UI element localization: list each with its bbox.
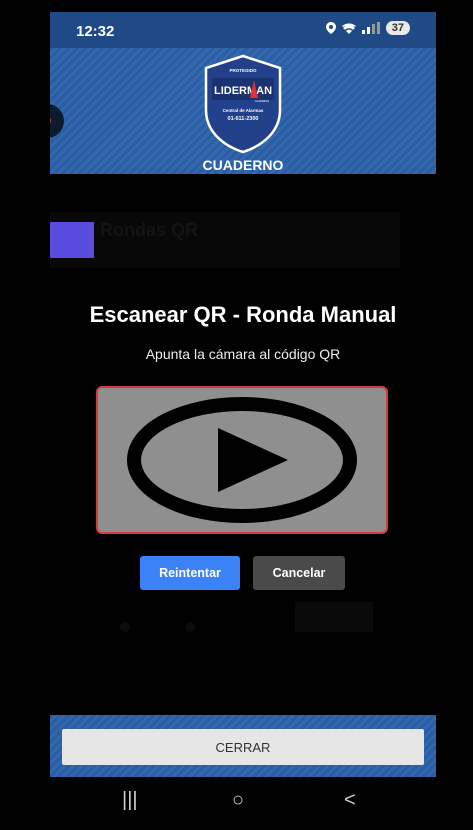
modal-subtitle: Apunta la cámara al código QR: [145, 346, 341, 362]
modal-title: Escanear QR - Ronda Manual: [89, 302, 397, 327]
liderman-logo: PROTEGIDO LIDERMAN ALARMAS Central de Al…: [204, 54, 282, 154]
status-time: 12:32: [76, 23, 115, 40]
cancel-button[interactable]: Cancelar: [253, 556, 345, 590]
logo-phone: 01-611-2300: [228, 116, 259, 122]
retry-button[interactable]: Reintentar: [140, 556, 240, 590]
status-bar: 12:32 37: [50, 12, 436, 48]
bottom-bar: CERRAR: [50, 715, 436, 777]
battery-indicator: 37: [385, 21, 410, 35]
logo-central-text: Central de Alarmas: [223, 108, 264, 113]
background-dot: [120, 622, 130, 632]
background-button: [295, 602, 373, 632]
background-dot: [185, 622, 195, 632]
side-menu-dot: [50, 117, 51, 124]
app-header: PROTEGIDO LIDERMAN ALARMAS Central de Al…: [50, 48, 436, 174]
side-menu-tab[interactable]: [50, 104, 64, 138]
play-icon: [127, 397, 357, 523]
logo-top-text: PROTEGIDO: [229, 68, 257, 73]
back-icon[interactable]: <: [344, 789, 356, 812]
logo-brand: LIDERMAN: [214, 85, 272, 97]
phone-screen: 12:32 37 PROTEGIDO LIDERMAN ALARMAS Cent…: [50, 12, 436, 827]
background-label: Rondas QR: [100, 220, 199, 240]
camera-preview: [96, 386, 388, 534]
home-icon[interactable]: ○: [232, 789, 244, 812]
close-button[interactable]: CERRAR: [62, 729, 424, 765]
system-navbar: ||| ○ <: [50, 777, 436, 827]
wifi-icon: [341, 23, 356, 34]
status-icons: 37: [325, 21, 410, 35]
header-title: CUADERNO: [202, 157, 284, 173]
background-swatch: [50, 222, 94, 258]
location-icon: [325, 22, 336, 34]
logo-brand-sub: ALARMAS: [255, 99, 269, 103]
recents-icon[interactable]: |||: [122, 789, 138, 812]
signal-icon: [361, 22, 380, 34]
